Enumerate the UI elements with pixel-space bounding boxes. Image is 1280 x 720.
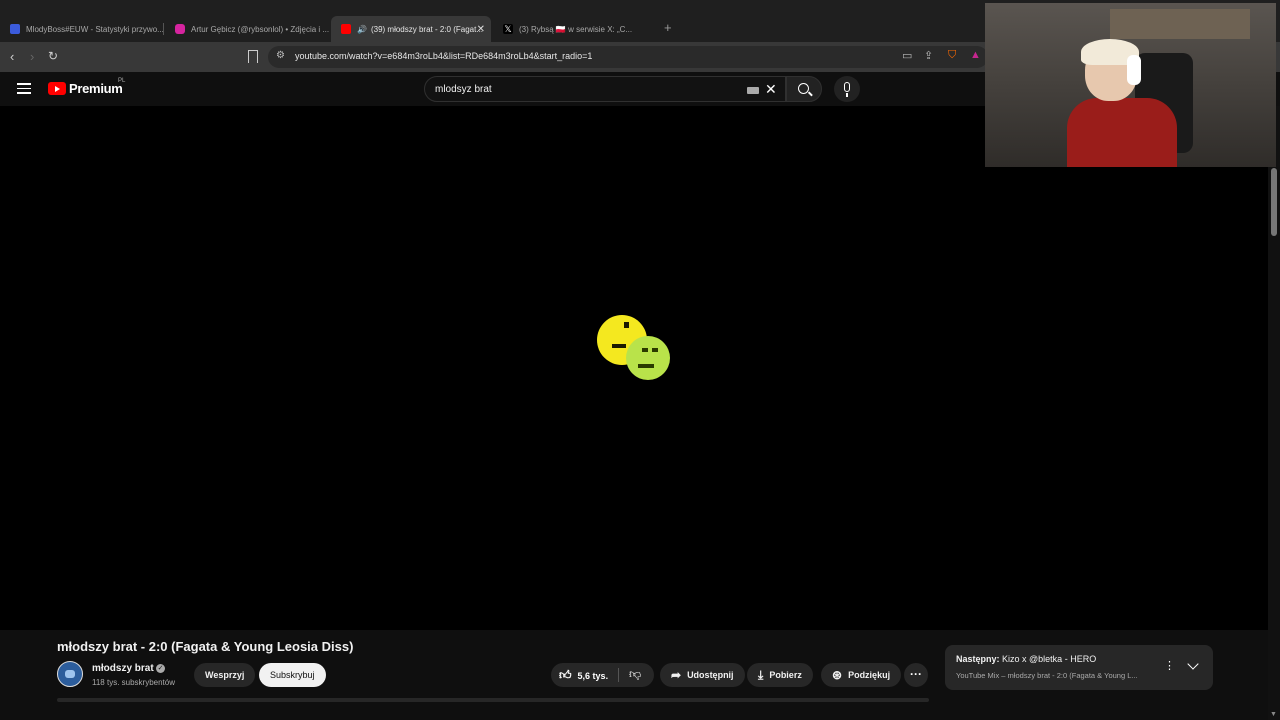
search-button[interactable] bbox=[786, 76, 822, 102]
scroll-down-icon[interactable]: ▼ bbox=[1270, 711, 1277, 718]
video-player[interactable] bbox=[0, 106, 1268, 630]
address-bar[interactable]: ⚙ youtube.com/watch?v=e684m3roLb4&list=R… bbox=[268, 46, 988, 68]
speaker-icon: 🔊 bbox=[357, 24, 367, 34]
microphone-icon bbox=[844, 82, 850, 92]
up-next-subtitle: YouTube Mix – młodszy brat - 2:0 (Fagata… bbox=[956, 671, 1138, 680]
thumbs-up-icon: 👍︎ bbox=[559, 668, 572, 682]
up-next-card[interactable]: Następny: Kizo x @bletka - HERO YouTube … bbox=[945, 645, 1213, 690]
url-text: youtube.com/watch?v=e684m3roLb4&list=RDe… bbox=[295, 51, 593, 61]
channel-name[interactable]: młodszy brat bbox=[92, 663, 154, 674]
browser-tab-2[interactable]: Artur Gębicz (@rybsonlol) • Zdjęcia i ..… bbox=[165, 18, 329, 40]
up-next-title: Kizo x @bletka - HERO bbox=[1002, 654, 1097, 664]
download-button[interactable]: ⤓ Pobierz bbox=[747, 663, 813, 687]
up-next-prefix: Następny: bbox=[956, 654, 1000, 664]
tab-title: (39) młodszy brat - 2:0 (Fagat... bbox=[370, 24, 484, 34]
youtube-premium-logo[interactable]: Premium PL bbox=[48, 78, 126, 96]
support-button[interactable]: Wesprzyj bbox=[194, 663, 256, 687]
verified-icon: ✓ bbox=[156, 664, 165, 673]
voice-search-button[interactable] bbox=[834, 76, 860, 102]
pixel-smiley-artwork bbox=[597, 315, 670, 380]
site-info-icon[interactable]: ⚙ bbox=[276, 50, 285, 61]
instagram-icon bbox=[175, 24, 185, 34]
youtube-play-icon bbox=[48, 82, 66, 95]
search-box[interactable]: mlodsyz brat ✕ bbox=[424, 76, 786, 102]
youtube-icon bbox=[341, 24, 351, 34]
country-code: PL bbox=[118, 78, 126, 84]
super-thanks-icon: ⊛ bbox=[832, 668, 843, 682]
share-page-icon[interactable]: ⇪ bbox=[924, 49, 933, 62]
site-favicon-icon bbox=[10, 24, 20, 34]
browser-tab-active[interactable]: 🔊 (39) młodszy brat - 2:0 (Fagat... ✕ bbox=[331, 16, 491, 42]
browser-tab-1[interactable]: MlodyBoss#EUW - Statystyki przywo... bbox=[0, 18, 164, 40]
tab-title: (3) Rybsą 🇵🇱 w serwisie X: „C... bbox=[519, 24, 633, 34]
page-scrollbar[interactable]: ▼ bbox=[1268, 106, 1280, 720]
subscriber-count: 118 tys. subskrybentów bbox=[92, 678, 176, 687]
like-dislike-group: 👍︎ 5,6 tys. 👎︎ bbox=[551, 663, 654, 687]
bookmark-icon[interactable] bbox=[248, 50, 258, 63]
close-tab-icon[interactable]: ✕ bbox=[477, 24, 485, 35]
brave-shield-icon[interactable]: ⛉ bbox=[948, 49, 956, 62]
new-tab-button[interactable]: + bbox=[664, 20, 672, 35]
browser-tab-4[interactable]: 𝕏 (3) Rybsą 🇵🇱 w serwisie X: „C... bbox=[493, 18, 657, 40]
subscribe-button[interactable]: Subskrybuj bbox=[259, 663, 326, 687]
cast-icon[interactable]: ▭ bbox=[902, 49, 912, 62]
search-icon bbox=[798, 83, 809, 94]
back-icon[interactable]: ‹ bbox=[10, 49, 14, 64]
scrollbar-thumb[interactable] bbox=[1271, 168, 1277, 236]
forward-icon[interactable]: › bbox=[30, 49, 34, 64]
keyboard-icon[interactable] bbox=[747, 87, 759, 94]
search-input[interactable]: mlodsyz brat bbox=[435, 84, 492, 95]
share-icon: ➦ bbox=[671, 668, 682, 682]
more-actions-icon[interactable]: ··· bbox=[904, 663, 928, 687]
video-title: młodszy brat - 2:0 (Fagata & Young Leosi… bbox=[57, 639, 354, 654]
thanks-button[interactable]: ⊛ Podziękuj bbox=[821, 663, 902, 687]
reload-icon[interactable]: ↻ bbox=[48, 49, 58, 63]
logo-text: Premium bbox=[69, 81, 123, 96]
share-button[interactable]: ➦ Udostępnij bbox=[660, 663, 745, 687]
clear-search-icon[interactable]: ✕ bbox=[765, 81, 777, 98]
chevron-down-icon[interactable] bbox=[1187, 658, 1199, 670]
x-logo-icon: 𝕏 bbox=[503, 24, 513, 34]
menu-icon[interactable] bbox=[17, 83, 31, 94]
rewards-icon[interactable]: ▲ bbox=[970, 49, 981, 61]
thumbs-down-icon[interactable]: 👎︎ bbox=[629, 667, 641, 682]
headphones bbox=[1127, 55, 1141, 85]
tab-title: MlodyBoss#EUW - Statystyki przywo... bbox=[26, 24, 164, 34]
kebab-menu-icon[interactable]: ⋮ bbox=[1164, 659, 1175, 672]
streamer-webcam-overlay bbox=[985, 3, 1276, 167]
description-box-edge bbox=[57, 698, 929, 702]
download-icon: ⤓ bbox=[758, 667, 764, 682]
like-count: 5,6 tys. bbox=[577, 670, 609, 681]
channel-avatar[interactable] bbox=[57, 661, 83, 687]
like-button[interactable]: 👍︎ 5,6 tys. bbox=[559, 668, 608, 683]
tab-title: Artur Gębicz (@rybsonlol) • Zdjęcia i ..… bbox=[191, 24, 329, 34]
